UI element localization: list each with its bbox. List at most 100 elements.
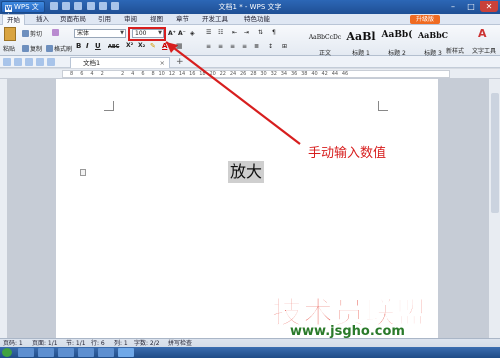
numbering-icon[interactable]: ☷ (218, 29, 223, 36)
show-marks-icon[interactable]: ¶ (272, 29, 276, 36)
clear-format-button[interactable] (52, 29, 60, 37)
indent-decrease-icon[interactable]: ⇤ (232, 29, 237, 36)
new-tab-button[interactable]: + (176, 57, 184, 67)
ruler-mark: 42 (321, 71, 328, 77)
taskbar-app-icon[interactable] (38, 348, 54, 357)
tab-features[interactable]: 特色功能 (244, 14, 270, 25)
bold-button[interactable]: B (76, 42, 81, 50)
tab-home[interactable]: 开始 (2, 14, 25, 25)
brush-icon (46, 45, 53, 52)
taskbar (0, 347, 500, 358)
annotation-label: 手动输入数值 (308, 146, 387, 161)
paste-button[interactable]: 粘贴 (3, 44, 15, 53)
line-spacing-icon[interactable]: ↕ (268, 43, 273, 50)
align-right-icon[interactable]: ≡ (230, 43, 235, 50)
ruler-mark: 16 (189, 71, 196, 77)
ruler-mark: 20 (209, 71, 216, 77)
minimize-button[interactable]: – (444, 1, 462, 12)
taskbar-app-icon[interactable] (78, 348, 94, 357)
font-name-select[interactable]: 宋体 ▼ (74, 29, 126, 38)
copy-icon (22, 45, 29, 52)
ribbon-home: 粘贴 剪切 复制 格式刷 宋体 ▼ 100 ▼ A⁺ A⁻ ◈ B I U ABC … (0, 25, 500, 57)
vertical-scrollbar[interactable] (488, 79, 500, 338)
maximize-button[interactable]: □ (462, 1, 480, 12)
close-button[interactable]: ✕ (480, 1, 498, 12)
tab-references[interactable]: 引用 (98, 14, 111, 25)
ruler-mark: 2 (100, 71, 104, 77)
shrink-font-button[interactable]: A⁻ (178, 30, 186, 37)
selected-body-text[interactable]: 放大 (228, 161, 264, 183)
tab-developer[interactable]: 开发工具 (202, 14, 228, 25)
format-painter-button[interactable]: 格式刷 (46, 44, 72, 53)
tab-page-layout[interactable]: 页面布局 (60, 14, 86, 25)
highlight-color-icon[interactable]: ✎ (150, 42, 156, 50)
distribute-icon[interactable]: ≣ (254, 43, 259, 50)
superscript-button[interactable]: X² (126, 42, 133, 49)
grow-font-button[interactable]: A⁺ (168, 30, 176, 37)
align-left-icon[interactable]: ≡ (206, 43, 211, 50)
italic-button[interactable]: I (86, 42, 89, 50)
ruler-mark: 4 (131, 71, 135, 77)
char-shading-icon[interactable]: ▦ (176, 42, 183, 50)
open-folder-icon[interactable] (3, 58, 11, 66)
style-normal[interactable]: AaBbCcDc 正文 (306, 28, 344, 57)
paragraph-mark-icon (80, 169, 86, 176)
new-style-button[interactable]: 新样式 (446, 46, 464, 55)
indent-increase-icon[interactable]: ⇥ (244, 29, 249, 36)
style-heading-1[interactable]: AaBl 标题 1 (342, 28, 380, 57)
ruler-mark: 8 (70, 71, 74, 77)
borders-icon[interactable]: ⊞ (282, 43, 287, 50)
watermark-url: www.jsgho.com (290, 324, 405, 339)
sort-icon[interactable]: ⇅ (258, 29, 263, 36)
taskbar-wps-icon[interactable] (118, 348, 134, 357)
taskbar-app-icon[interactable] (98, 348, 114, 357)
preview-icon[interactable] (36, 58, 44, 66)
ruler-mark: 6 (141, 71, 145, 77)
ruler-mark: 4 (90, 71, 94, 77)
justify-icon[interactable]: ≡ (242, 43, 247, 50)
doc-tab-close-icon[interactable]: × (160, 58, 165, 68)
tab-insert[interactable]: 插入 (36, 14, 49, 25)
start-icon[interactable] (2, 348, 12, 357)
style-heading-1-sample: AaBl (346, 30, 376, 43)
strikethrough-button[interactable]: ABC (108, 44, 119, 50)
taskbar-app-icon[interactable] (58, 348, 74, 357)
tab-review[interactable]: 审阅 (124, 14, 137, 25)
document-tab-bar: 文档1 × + (0, 56, 500, 68)
chevron-down-icon: ▼ (120, 30, 124, 36)
format-painter-label: 格式刷 (54, 46, 73, 53)
change-case-icon[interactable]: ◈ (190, 30, 195, 37)
ruler-mark: 34 (280, 71, 288, 77)
ruler-mark: 38 (301, 71, 308, 77)
ruler-mark: 36 (290, 71, 298, 77)
undo-icon[interactable] (47, 58, 55, 66)
ruler-mark: 40 (311, 71, 318, 77)
text-tool-icon[interactable]: A (478, 27, 487, 40)
scrollbar-thumb[interactable] (491, 93, 499, 213)
upgrade-button[interactable]: 升级版 (410, 15, 440, 24)
print-icon[interactable] (25, 58, 33, 66)
copy-label: 复制 (30, 46, 43, 53)
underline-button[interactable]: U (95, 42, 101, 50)
cut-button[interactable]: 剪切 (22, 29, 42, 38)
font-size-highlight-box (128, 27, 166, 41)
save-icon[interactable] (14, 58, 22, 66)
ruler-mark: 12 (168, 71, 176, 77)
style-heading-2[interactable]: AaBb( 标题 2 (378, 28, 416, 57)
paste-icon[interactable] (4, 27, 16, 41)
doc-tab[interactable]: 文档1 × (70, 57, 170, 68)
ruler-mark: 26 (240, 71, 247, 77)
align-center-icon[interactable]: ≡ (218, 43, 223, 50)
copy-button[interactable]: 复制 (22, 44, 42, 53)
tab-chapter[interactable]: 章节 (176, 14, 189, 25)
ruler-mark: 2 (120, 71, 125, 77)
taskbar-app-icon[interactable] (18, 348, 34, 357)
text-tool-button[interactable]: 文字工具 (472, 46, 496, 55)
font-color-button[interactable]: A (162, 42, 167, 50)
tab-view[interactable]: 视图 (150, 14, 163, 25)
ruler-mark: 44 (331, 71, 339, 77)
bullets-icon[interactable]: ☰ (206, 29, 211, 36)
window-title: 文档1 * - WPS 文字 (218, 3, 282, 11)
ruler-mark: 10 (158, 71, 165, 77)
subscript-button[interactable]: X₂ (138, 42, 145, 49)
